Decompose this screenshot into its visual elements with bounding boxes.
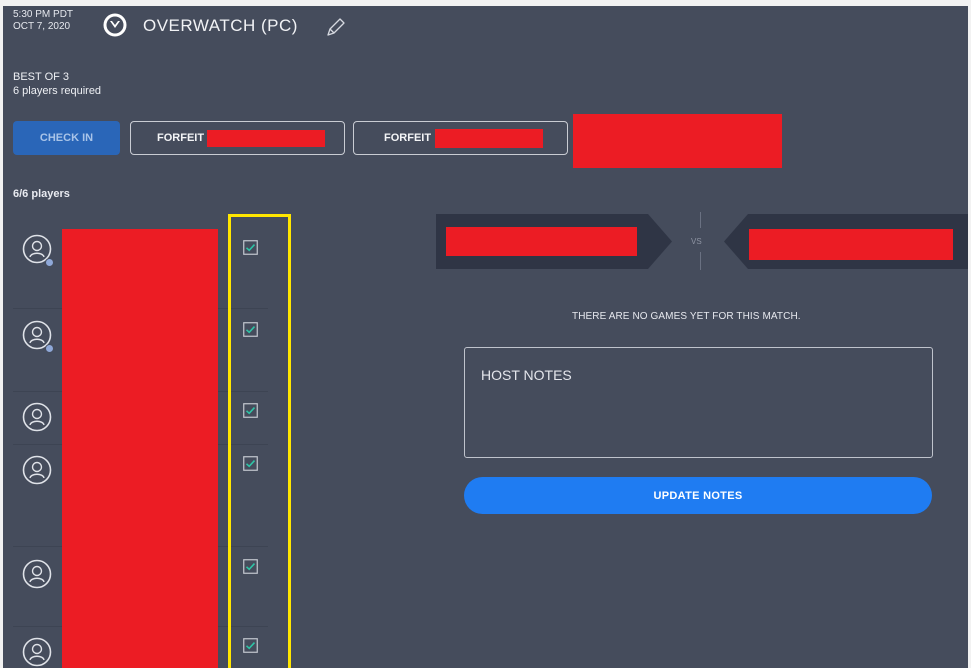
- match-time: 5:30 PM PDT: [13, 9, 74, 20]
- pencil-icon[interactable]: [325, 16, 347, 38]
- redacted-button: [573, 114, 782, 168]
- vs-divider: [700, 212, 701, 228]
- highlight-box: [228, 214, 291, 668]
- redacted-player-names: [62, 229, 218, 668]
- no-games-message: THERE ARE NO GAMES YET FOR THIS MATCH.: [572, 311, 801, 322]
- vs-label: VS: [691, 237, 702, 246]
- update-notes-button[interactable]: UPDATE NOTES: [464, 477, 932, 514]
- host-notes-field[interactable]: HOST NOTES: [464, 347, 933, 458]
- avatar-icon: [22, 637, 52, 667]
- vs-divider: [700, 252, 701, 270]
- match-date: OCT 7, 2020: [13, 21, 71, 32]
- status-dot: [45, 344, 54, 353]
- avatar-icon: [22, 455, 52, 485]
- player-count: 6/6 players: [13, 188, 70, 200]
- best-of-label: BEST OF 3: [13, 71, 70, 83]
- players-required-label: 6 players required: [13, 85, 102, 97]
- match-format: BEST OF 3 6 players required: [13, 70, 101, 98]
- redacted-team-name: [207, 130, 325, 147]
- redacted-team-2-name: [749, 229, 953, 260]
- forfeit-label: FORFEIT: [384, 132, 432, 144]
- overwatch-logo-icon: [103, 13, 127, 37]
- check-in-button[interactable]: CHECK IN: [13, 121, 120, 155]
- match-page: 5:30 PM PDT OCT 7, 2020 OVERWATCH (PC) B…: [3, 6, 968, 668]
- forfeit-label: FORFEIT: [157, 132, 205, 144]
- match-datetime: 5:30 PM PDT OCT 7, 2020: [13, 9, 73, 33]
- redacted-team-1-name: [446, 227, 637, 256]
- avatar-icon: [22, 402, 52, 432]
- redacted-team-name: [435, 129, 543, 148]
- game-title: OVERWATCH (PC): [143, 16, 298, 35]
- avatar-icon: [22, 559, 52, 589]
- status-dot: [45, 258, 54, 267]
